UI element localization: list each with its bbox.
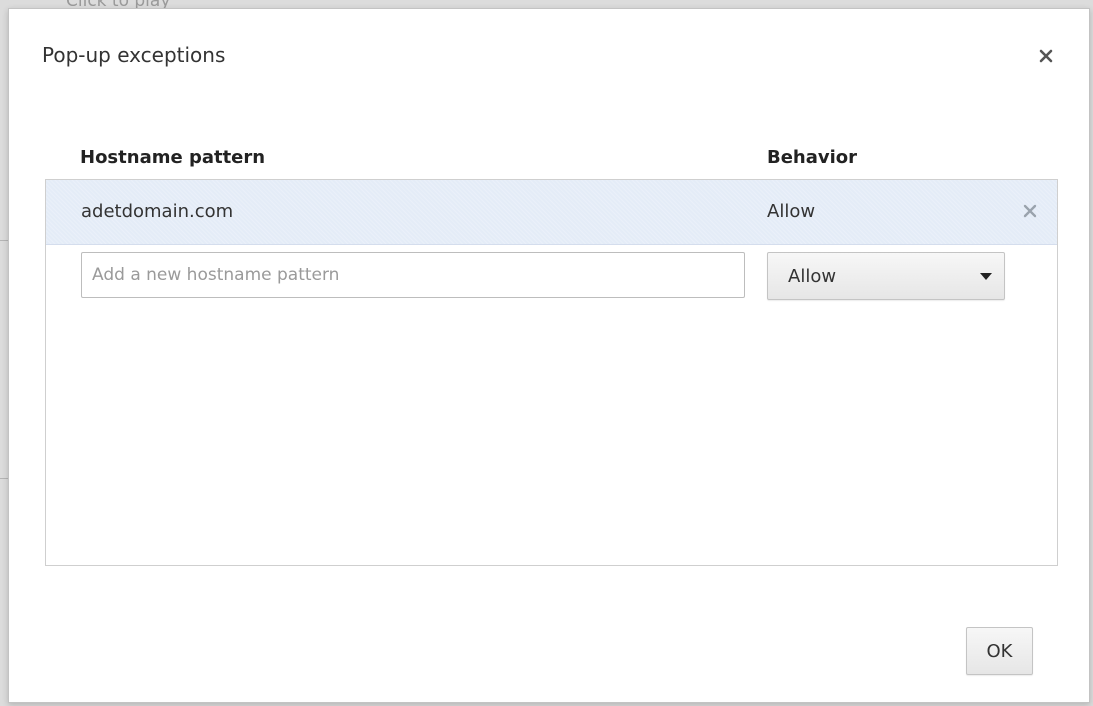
close-button[interactable] (1031, 41, 1061, 71)
behavior-select-value: Allow (788, 266, 837, 287)
row-behavior: Allow (767, 201, 816, 222)
column-header-hostname: Hostname pattern (80, 147, 266, 168)
column-header-behavior: Behavior (767, 147, 858, 168)
chevron-down-icon (980, 273, 992, 280)
new-hostname-input[interactable] (81, 252, 745, 298)
remove-icon (1023, 204, 1037, 218)
dialog-title: Pop-up exceptions (42, 43, 226, 67)
background-divider-tick (0, 240, 8, 241)
exceptions-list: adetdomain.com Allow Allow (45, 179, 1058, 566)
ok-button[interactable]: OK (966, 627, 1033, 675)
remove-row-button[interactable] (1018, 199, 1042, 223)
row-hostname: adetdomain.com (81, 201, 234, 222)
popup-exceptions-dialog: Pop-up exceptions Hostname pattern Behav… (8, 8, 1090, 703)
background-divider-tick (0, 478, 8, 479)
exception-row-adetdomain[interactable]: adetdomain.com Allow (46, 180, 1057, 245)
close-icon (1039, 49, 1053, 63)
behavior-select[interactable]: Allow (767, 252, 1005, 300)
